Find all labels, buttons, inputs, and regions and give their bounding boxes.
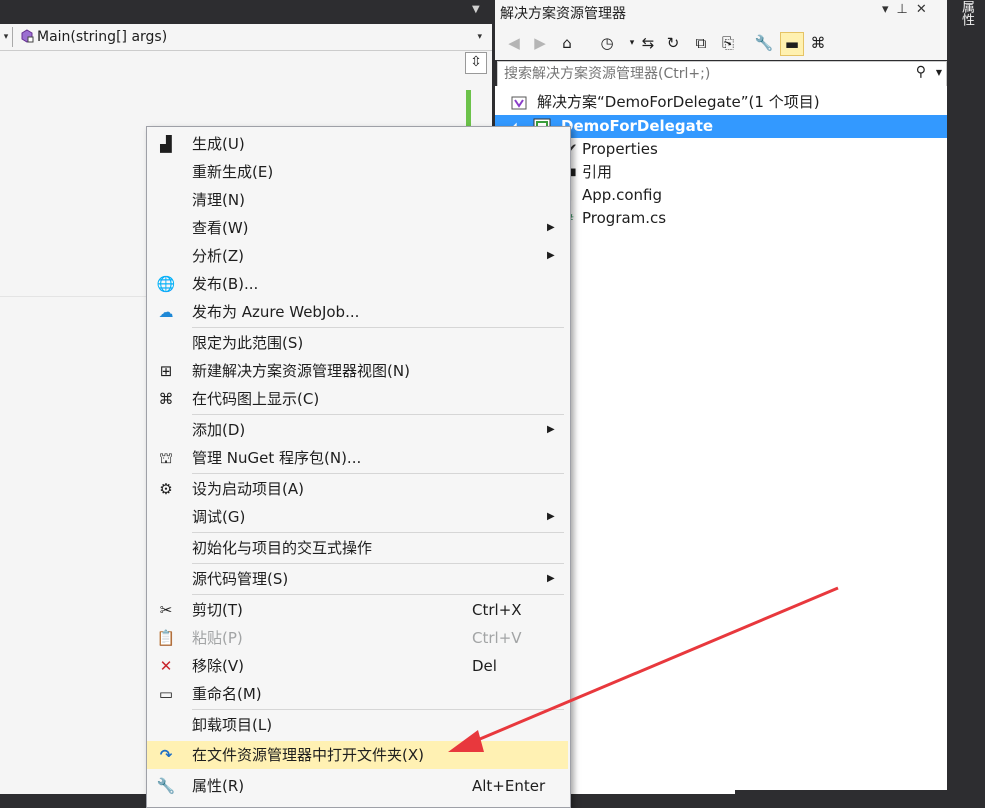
annotation-arrow <box>448 586 839 752</box>
